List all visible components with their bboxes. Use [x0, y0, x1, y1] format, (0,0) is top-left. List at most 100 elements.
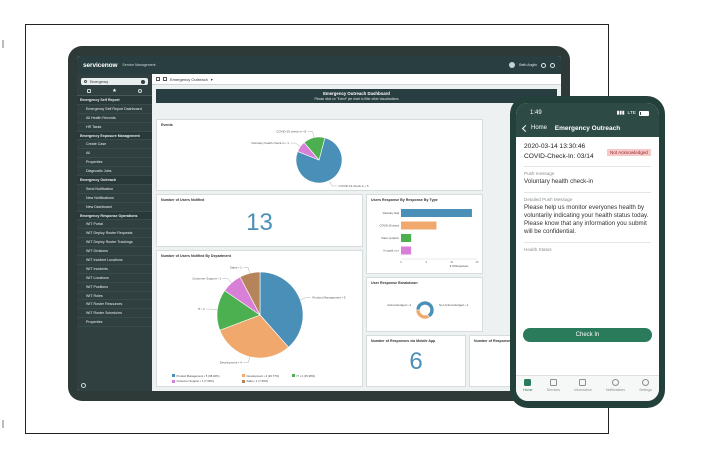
navigator-item[interactable]: Properties: [77, 158, 152, 168]
all-apps-icon[interactable]: [87, 89, 92, 93]
top-navigation-bar: servicenow Service Management Beth Angli…: [77, 56, 561, 74]
legend-swatch: [242, 379, 245, 383]
services-icon: [549, 379, 557, 386]
legend-item[interactable]: Sales • 1 (7.69%): [242, 379, 292, 383]
tab-services[interactable]: Services: [547, 379, 560, 401]
breakdown-donut-chart[interactable]: Acknowledged • 4 Not Acknowledged • 2: [367, 286, 484, 332]
navigator-section-header[interactable]: Emergency Self Report: [77, 96, 152, 105]
navigator-item[interactable]: Send Notification: [77, 185, 152, 194]
navigator-item[interactable]: Properties: [77, 318, 152, 328]
user-name[interactable]: Beth Anglin: [519, 63, 537, 67]
chevron-down-icon[interactable]: ▾: [211, 77, 213, 82]
x-tick-label: 0: [400, 260, 402, 264]
response-breakdown-card[interactable]: User Response Breakdown Acknowledged • 4…: [366, 277, 483, 332]
navigator-tabs: ★: [77, 87, 152, 96]
navigator-item[interactable]: Emergency Self Report Dashboard: [77, 105, 152, 114]
bar-category-label: I have symptom: [381, 236, 399, 240]
navigator-section-header[interactable]: Emergency Exposure Management: [77, 131, 152, 141]
phone-screen: 1:49 ▮▮▮ LTE Home Emergency Outreach 202…: [516, 103, 659, 401]
tab-settings[interactable]: Settings: [639, 379, 652, 401]
navigator-item[interactable]: WIT Roster Schedules: [77, 309, 152, 319]
legend-item[interactable]: Development • 4 (30.77%): [242, 374, 292, 378]
response-bar-chart[interactable]: Voluntary heal COVID-19 check I have sympt…: [367, 203, 484, 275]
search-icon[interactable]: [550, 62, 555, 68]
navigator-item[interactable]: All: [77, 149, 152, 159]
avatar[interactable]: [509, 62, 516, 68]
tab-label: Notifications: [605, 388, 626, 392]
clear-icon[interactable]: [141, 79, 145, 84]
bell-icon: [611, 379, 619, 386]
status-badge: Not Acknowledged: [606, 149, 651, 156]
navigator-item[interactable]: Create Case: [77, 140, 152, 150]
navigator-item[interactable]: New Dashboard: [77, 203, 152, 212]
mobile-responses-card[interactable]: Number of Responses via Mobile App 6: [366, 335, 466, 387]
response-by-type-card[interactable]: Users Response By Response By Type Volun…: [366, 194, 483, 274]
chart-legend: Product Management • 5 (38.46%) Developme…: [172, 374, 342, 383]
filter-navigator-input[interactable]: Emergency: [81, 78, 148, 85]
x-axis-label: # Of Responses: [450, 264, 469, 268]
check-in-button[interactable]: Check In: [523, 328, 652, 342]
navigator-item[interactable]: All Health Records: [77, 114, 152, 123]
tab-notifications[interactable]: Notifications: [606, 379, 625, 401]
events-card[interactable]: Events COVID-19 check in • 5 Voluntary he…: [156, 119, 483, 191]
navigator-item[interactable]: HR Tasks: [77, 123, 152, 132]
navigator-item[interactable]: WIT Portal: [77, 220, 152, 230]
navigator-item[interactable]: WIT Roles: [77, 292, 152, 301]
slice-label: COVID-19 check in • 5: [338, 184, 368, 188]
bar-category-label: Voluntary heal: [383, 211, 400, 215]
users-notified-card[interactable]: Number of Users Notified 13: [156, 194, 363, 247]
tab-home[interactable]: Home: [523, 379, 532, 401]
navigator-item[interactable]: WIT Positions: [77, 283, 152, 292]
tablet-screen: servicenow Service Management Beth Angli…: [77, 56, 561, 391]
collapse-navigator-icon[interactable]: [81, 383, 86, 388]
navigator-item[interactable]: New Notifications: [77, 194, 152, 203]
tablet-device: servicenow Service Management Beth Angli…: [68, 46, 570, 401]
navigator-item[interactable]: WIT Locations: [77, 274, 152, 283]
back-button[interactable]: Home: [521, 124, 547, 132]
legend-item[interactable]: IT • 2 (15.38%): [292, 374, 342, 378]
star-icon[interactable]: ★: [112, 88, 116, 94]
divider: [524, 192, 651, 193]
x-tick-label: 15: [476, 260, 479, 264]
navigator-item[interactable]: WIT Incident Locations: [77, 256, 152, 265]
label-leader: [243, 356, 250, 363]
clock-text: 1:49: [530, 110, 542, 116]
legend-item[interactable]: Product Management • 5 (38.46%): [172, 374, 242, 378]
navigator-section-header[interactable]: Emergency Response Operations: [77, 211, 152, 221]
legend-swatch: [172, 374, 175, 377]
navigator-item[interactable]: WIT Divisions: [77, 247, 152, 257]
push-message-value: Voluntary health check-in: [524, 178, 594, 185]
label-leader: [307, 131, 315, 138]
history-icon[interactable]: [137, 89, 142, 93]
divider: [524, 166, 651, 167]
bar[interactable]: [401, 209, 472, 217]
legend-item[interactable]: Customer Support • 1 (7.69%): [172, 379, 242, 383]
bar-category-label: I'm good, no r: [383, 249, 399, 253]
navigator-item[interactable]: WIT Roster Resources: [77, 300, 152, 310]
bar[interactable]: [401, 234, 412, 242]
stage: servicenow Service Management Beth Angli…: [0, 0, 706, 454]
tab-label: Home: [523, 388, 533, 392]
edge-mark: [2, 40, 4, 48]
pie-slice[interactable]: [415, 309, 430, 320]
dashboard-selector[interactable]: Emergency Outreach: [170, 77, 208, 82]
grid-icon[interactable]: [163, 77, 167, 81]
navigator-item[interactable]: Diagnostic Jobs: [77, 167, 152, 177]
bar[interactable]: [401, 221, 437, 230]
navigator-menu: Emergency Self Report Emergency Self Repo…: [77, 96, 152, 328]
tab-label: Services: [546, 388, 561, 392]
bar-category-label: COVID-19 check: [380, 224, 400, 228]
events-pie-chart[interactable]: COVID-19 check in • 5 Voluntary health ch…: [157, 127, 484, 191]
users-by-department-card[interactable]: Number of Users Notified By Department P…: [156, 250, 363, 387]
tab-information[interactable]: Information: [574, 379, 592, 401]
legend-label: Customer Support • 1 (7.69%): [176, 379, 214, 383]
department-pie-chart[interactable]: Product Management • 5 Development • 4 IT …: [157, 260, 364, 372]
help-icon[interactable]: [541, 62, 546, 68]
navigator-item[interactable]: WIT Incidents: [77, 265, 152, 274]
navigator-item[interactable]: WIT Deploy Roster Trackings: [77, 238, 152, 248]
navigator-section-header[interactable]: Emergency Outreach: [77, 176, 152, 185]
list-icon[interactable]: [156, 77, 160, 81]
servicenow-logo[interactable]: servicenow: [83, 62, 118, 69]
navigator-item[interactable]: WIT Deploy Roster Requests: [77, 229, 152, 239]
bar[interactable]: [401, 246, 412, 255]
